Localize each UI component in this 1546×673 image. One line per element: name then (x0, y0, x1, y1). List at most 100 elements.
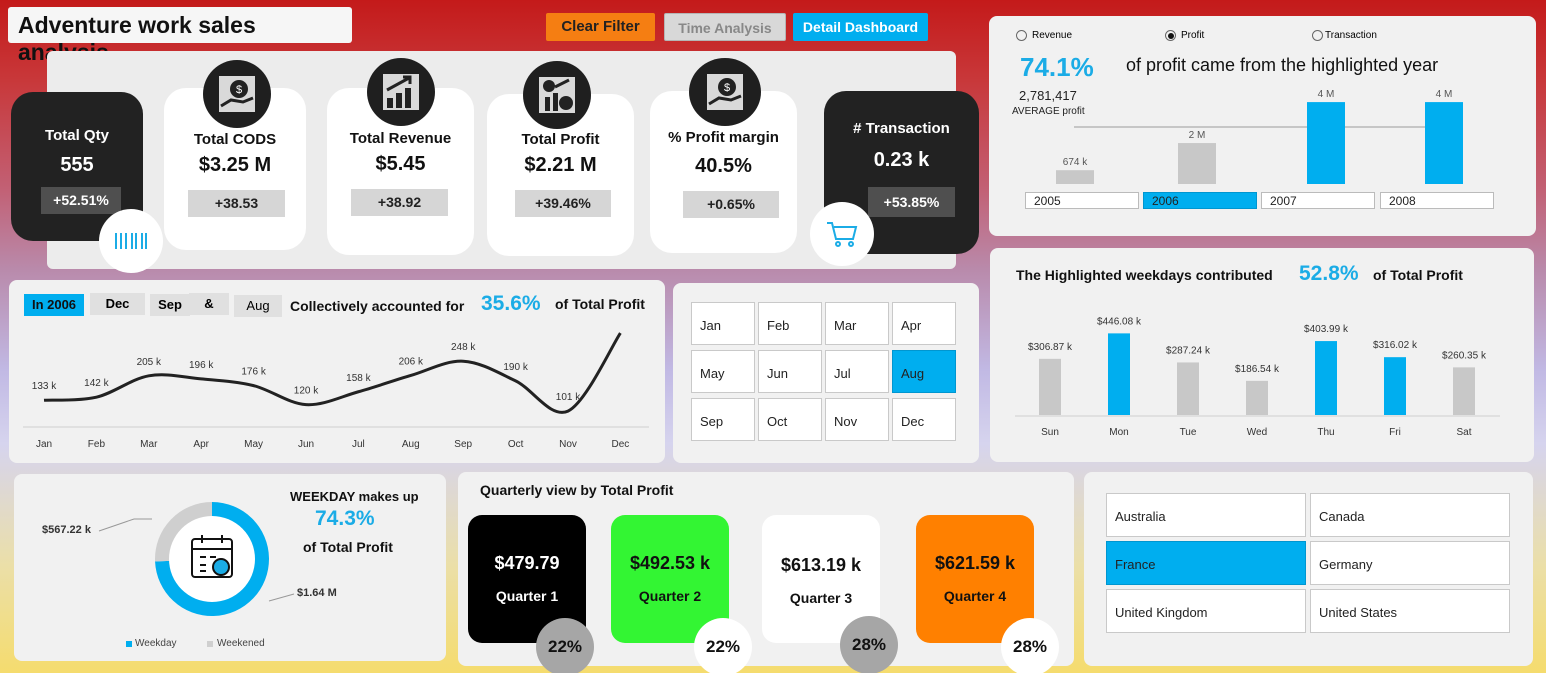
weekday-bar (1108, 333, 1130, 415)
kpi-delta: +53.85% (868, 187, 955, 217)
month-slicer-mar[interactable]: Mar (825, 302, 889, 345)
weekday-tick-label: Mon (1109, 427, 1128, 438)
country-canada[interactable]: Canada (1310, 493, 1510, 537)
month-value-label: 206 k (399, 356, 424, 367)
kpi-value: $3.25 M (198, 154, 272, 176)
month-value-label: 133 k (32, 381, 57, 392)
quarter-name: Quarter 4 (943, 588, 1007, 604)
weekday-value-label: $186.54 k (1235, 364, 1280, 375)
month-slicer-oct[interactable]: Oct (758, 398, 822, 441)
month-tick-label: Jan (36, 439, 52, 450)
kpi-label: Total Qty (45, 127, 109, 144)
weekday-bar (1453, 367, 1475, 415)
country-germany[interactable]: Germany (1310, 541, 1510, 585)
month-slicer-may[interactable]: May (691, 350, 755, 393)
weekday-split-tail: of Total Profit (303, 539, 393, 555)
year-bar (1056, 170, 1094, 184)
year-slicer-2005[interactable]: 2005 (1025, 192, 1139, 209)
year-slicer-2007[interactable]: 2007 (1261, 192, 1375, 209)
month-value-label: 101 k (556, 392, 581, 403)
quarter-value: $621.59 k (934, 553, 1016, 573)
radio-profit[interactable]: Profit (1165, 30, 1204, 41)
month-value-label: 190 k (503, 362, 528, 373)
year-bar (1307, 102, 1345, 184)
yearly-bar-chart: 674 k 2 M 4 M 4 M (1056, 89, 1463, 184)
month-slicer-jan[interactable]: Jan (691, 302, 755, 345)
monthly-pct: 35.6% (481, 292, 541, 315)
year-slicer-2006[interactable]: 2006 (1143, 192, 1257, 209)
weekday-split-title: WEEKDAY makes up (290, 489, 419, 504)
year-bar-label: 4 M (1436, 89, 1453, 100)
kpi-delta: +39.46% (515, 190, 611, 217)
radio-revenue[interactable]: Revenue (1016, 30, 1072, 41)
detail-dashboard-button[interactable]: Detail Dashboard (793, 13, 928, 41)
dashboard-title: Adventure work sales analysis (8, 7, 352, 65)
country-france[interactable]: France (1106, 541, 1306, 585)
month-slicer-sep[interactable]: Sep (691, 398, 755, 441)
time-analysis-button[interactable]: Time Analysis (664, 13, 786, 41)
yearly-headline-pct: 74.1% (1020, 52, 1094, 82)
month-slicer-jun[interactable]: Jun (758, 350, 822, 393)
radio-label: Profit (1181, 30, 1205, 41)
kpi-delta: +52.51% (41, 187, 121, 214)
year-bar-label: 2 M (1189, 130, 1206, 141)
weekday-bar (1039, 358, 1061, 415)
leader-line (98, 518, 152, 532)
year-bar-label: 674 k (1063, 157, 1088, 168)
leader-line (268, 593, 295, 602)
weekday-tick-label: Wed (1247, 427, 1267, 438)
yearly-headline-text: of profit came from the highlighted year (1126, 55, 1439, 75)
month-slicer-feb[interactable]: Feb (758, 302, 822, 345)
quarter-pct-3: 28% (840, 616, 898, 673)
radio-circle (1165, 30, 1176, 41)
country-united-states[interactable]: United States (1310, 589, 1510, 633)
weekday-value-label: $446.08 k (1097, 316, 1142, 327)
kpi-value: $5.45 (375, 153, 426, 175)
month-value-label: 205 k (137, 357, 162, 368)
legend-weekday: Weekday (135, 638, 177, 649)
month-tick-label: Mar (140, 439, 158, 450)
money-bag-hand-icon: $ (203, 60, 271, 128)
month-slicer-jul[interactable]: Jul (825, 350, 889, 393)
month-slicer-dec[interactable]: Dec (892, 398, 956, 441)
weekday-tick-label: Fri (1389, 427, 1401, 438)
filter-chip: Sep (150, 294, 190, 316)
weekend-value-label: $567.22 k (42, 524, 91, 536)
weekday-bar-chart: $306.87 k Sun $446.08 k Mon $287.24 k Tue $186… (1015, 316, 1500, 438)
month-slicer-apr[interactable]: Apr (892, 302, 956, 345)
month-tick-label: Jul (352, 439, 365, 450)
month-value-label: 120 k (294, 386, 319, 397)
quarter-value: $479.79 (494, 553, 560, 573)
month-tick-label: Sep (454, 439, 472, 450)
weekday-value-label: $306.87 k (1028, 342, 1073, 353)
quarter-name: Quarter 2 (638, 588, 702, 604)
kpi-label: Total Profit (521, 131, 600, 148)
kpi-value: 0.23 k (873, 149, 930, 171)
month-tick-label: Aug (402, 439, 420, 450)
year-slicer-2008[interactable]: 2008 (1380, 192, 1494, 209)
clear-filter-button[interactable]: Clear Filter (546, 13, 655, 41)
month-slicer-aug[interactable]: Aug (892, 350, 956, 393)
weekday-tick-label: Sun (1041, 427, 1059, 438)
radio-circle (1312, 30, 1323, 41)
weekday-split-pct: 74.3% (315, 507, 375, 530)
year-bar (1425, 102, 1463, 184)
svg-text:$: $ (724, 82, 730, 94)
month-value-label: 196 k (189, 360, 214, 371)
legend-weekend: Weekened (217, 638, 265, 649)
quarter-pct-4: 28% (1001, 618, 1059, 673)
filter-chip: & (189, 293, 229, 315)
month-slicer-nov[interactable]: Nov (825, 398, 889, 441)
quarter-pct-2: 22% (694, 618, 752, 673)
weekday-caption: The Highlighted weekdays contributed (1016, 267, 1273, 283)
year-bar (1178, 143, 1216, 184)
month-tick-label: May (244, 439, 263, 450)
country-united-kingdom[interactable]: United Kingdom (1106, 589, 1306, 633)
monthly-caption-tail: of Total Profit (555, 296, 645, 312)
weekday-value-label: $1.64 M (297, 587, 337, 599)
radio-transaction[interactable]: Transaction (1312, 30, 1377, 41)
weekday-pct: 52.8% (1299, 262, 1359, 285)
kpi-delta: +0.65% (683, 191, 779, 218)
month-tick-label: Feb (88, 439, 106, 450)
country-australia[interactable]: Australia (1106, 493, 1306, 537)
